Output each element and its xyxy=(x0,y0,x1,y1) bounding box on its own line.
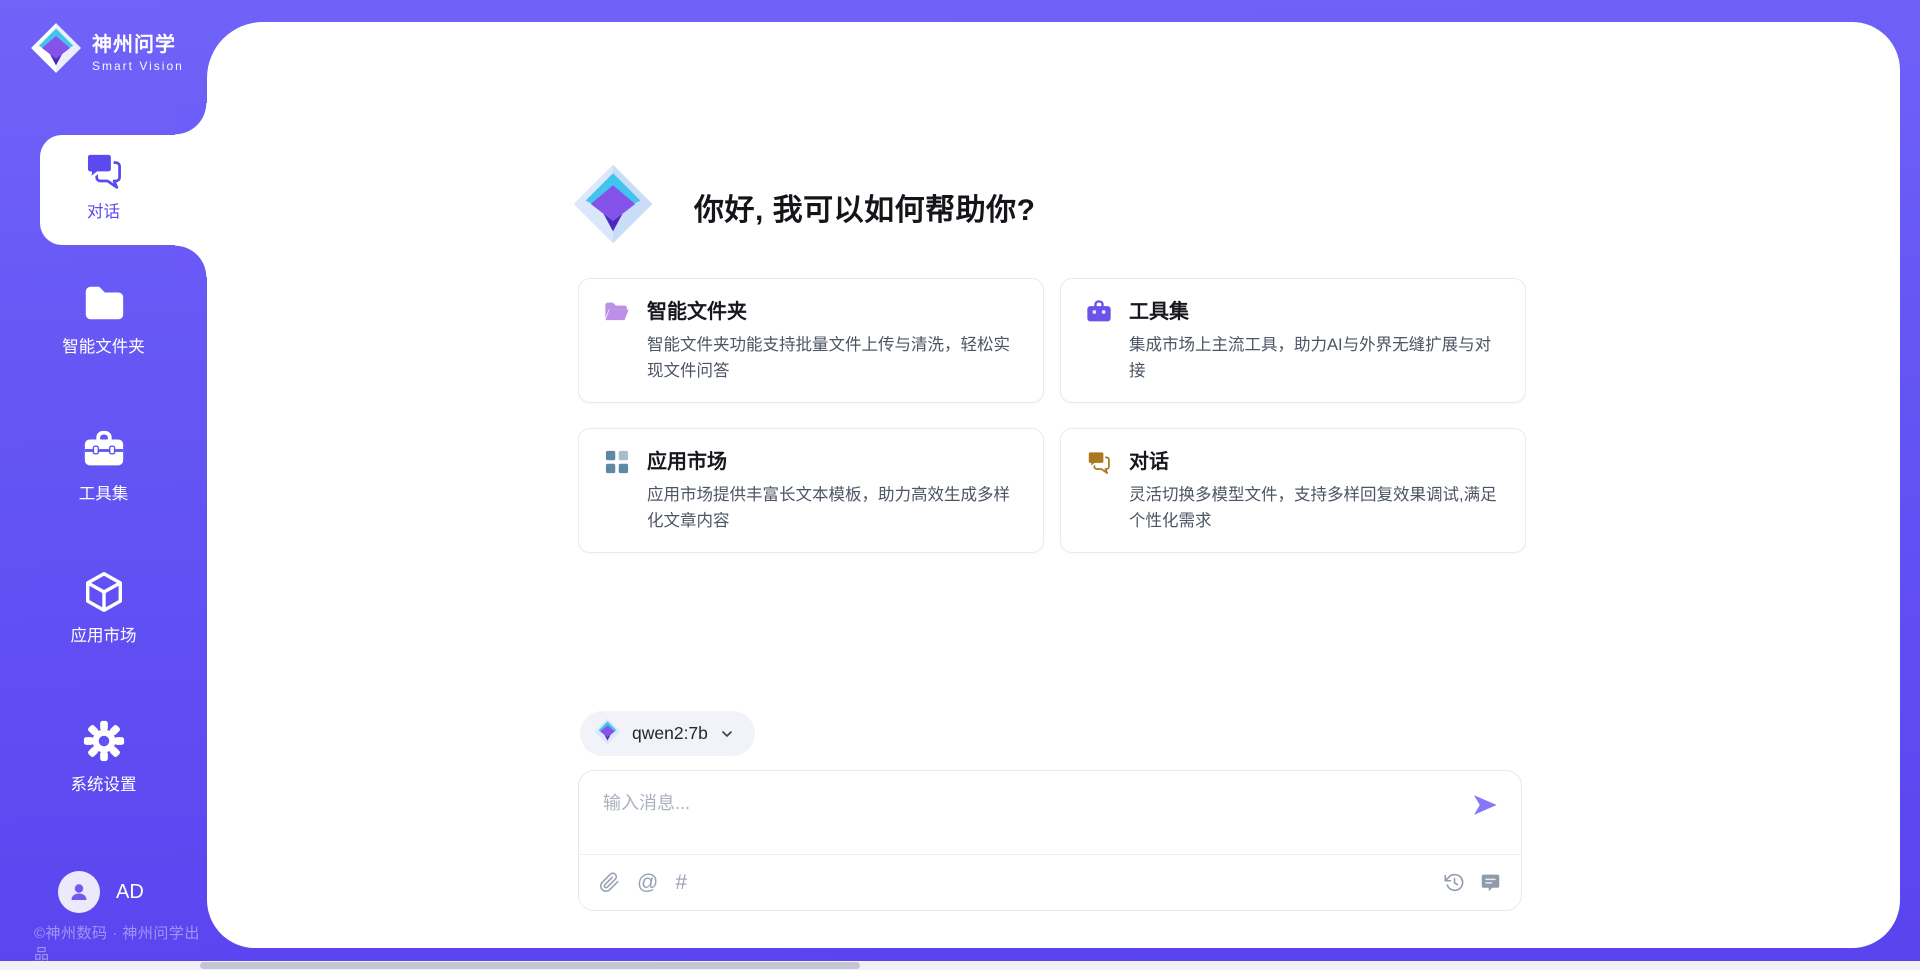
history-icon[interactable] xyxy=(1444,872,1465,893)
sidebar-item-label: 对话 xyxy=(87,198,120,222)
card-description: 灵活切换多模型文件，支持多样回复效果调试,满足个性化需求 xyxy=(1129,483,1501,534)
toolbox-icon xyxy=(1085,298,1113,326)
comment-icon[interactable] xyxy=(1480,872,1501,893)
sidebar-item-label: 系统设置 xyxy=(71,771,137,795)
hash-icon[interactable]: # xyxy=(675,872,687,893)
sidebar-item-app-market[interactable]: 应用市场 xyxy=(0,569,207,646)
greeting-logo-icon xyxy=(572,163,654,250)
sidebar-item-label: 工具集 xyxy=(79,480,129,504)
card-title: 对话 xyxy=(1129,448,1501,476)
card-app-market[interactable]: 应用市场 应用市场提供丰富长文本模板，助力高效生成多样化文章内容 xyxy=(578,428,1044,553)
folder-open-icon xyxy=(603,298,631,326)
sidebar-item-toolset[interactable]: 工具集 xyxy=(0,427,207,504)
sidebar-item-chat[interactable]: 对话 xyxy=(0,147,207,222)
gear-icon xyxy=(81,718,127,764)
app-root: 神州问学 Smart Vision 对话 智能文件夹 xyxy=(0,0,1920,970)
diamond-logo-icon xyxy=(594,718,621,750)
chat-bubbles-icon xyxy=(1085,448,1113,476)
sidebar: 神州问学 Smart Vision 对话 智能文件夹 xyxy=(0,0,207,970)
card-smart-folder[interactable]: 智能文件夹 智能文件夹功能支持批量文件上传与清洗，轻松实现文件问答 xyxy=(578,278,1044,403)
paperclip-icon[interactable] xyxy=(599,872,620,893)
apps-grid-icon xyxy=(603,448,631,476)
brand-name: 神州问学 xyxy=(92,28,184,57)
card-description: 集成市场上主流工具，助力AI与外界无缝扩展与对接 xyxy=(1129,333,1501,384)
brand: 神州问学 Smart Vision xyxy=(30,22,184,79)
toolbox-icon xyxy=(81,427,127,473)
chat-bubbles-icon xyxy=(81,147,127,193)
message-input[interactable] xyxy=(603,789,1443,847)
card-title: 工具集 xyxy=(1129,298,1501,326)
brand-subtitle: Smart Vision xyxy=(92,59,184,73)
card-chat[interactable]: 对话 灵活切换多模型文件，支持多样回复效果调试,满足个性化需求 xyxy=(1060,428,1526,553)
horizontal-scrollbar xyxy=(0,961,1920,970)
model-selector[interactable]: qwen2:7b xyxy=(580,711,755,756)
copyright-footer: ©神州数码 · 神州问学出品 xyxy=(34,922,207,964)
user-account[interactable]: AD xyxy=(58,871,144,913)
message-composer: @ # xyxy=(578,770,1522,911)
card-toolset[interactable]: 工具集 集成市场上主流工具，助力AI与外界无缝扩展与对接 xyxy=(1060,278,1526,403)
sidebar-item-label: 智能文件夹 xyxy=(62,333,145,357)
card-title: 智能文件夹 xyxy=(647,298,1019,326)
card-description: 应用市场提供丰富长文本模板，助力高效生成多样化文章内容 xyxy=(647,483,1019,534)
send-plane-icon[interactable] xyxy=(1471,791,1499,819)
chevron-down-icon xyxy=(719,726,735,742)
person-icon xyxy=(67,880,91,904)
sidebar-item-smart-folder[interactable]: 智能文件夹 xyxy=(0,280,207,357)
model-name: qwen2:7b xyxy=(632,723,708,744)
feature-cards: 智能文件夹 智能文件夹功能支持批量文件上传与清洗，轻松实现文件问答 工具集 集成… xyxy=(578,278,1526,553)
folder-icon xyxy=(81,280,127,326)
cube-icon xyxy=(81,569,127,615)
user-initials: AD xyxy=(116,881,144,904)
diamond-logo-icon xyxy=(30,22,82,79)
card-title: 应用市场 xyxy=(647,448,1019,476)
scrollbar-thumb[interactable] xyxy=(200,962,860,969)
card-description: 智能文件夹功能支持批量文件上传与清洗，轻松实现文件问答 xyxy=(647,333,1019,384)
greeting: 你好, 我可以如何帮助你? xyxy=(572,163,1036,250)
sidebar-item-settings[interactable]: 系统设置 xyxy=(0,718,207,795)
greeting-text: 你好, 我可以如何帮助你? xyxy=(694,185,1036,229)
at-sign-icon[interactable]: @ xyxy=(637,872,658,893)
sidebar-item-label: 应用市场 xyxy=(71,622,137,646)
composer-toolbar: @ # xyxy=(579,854,1521,910)
avatar xyxy=(58,871,100,913)
